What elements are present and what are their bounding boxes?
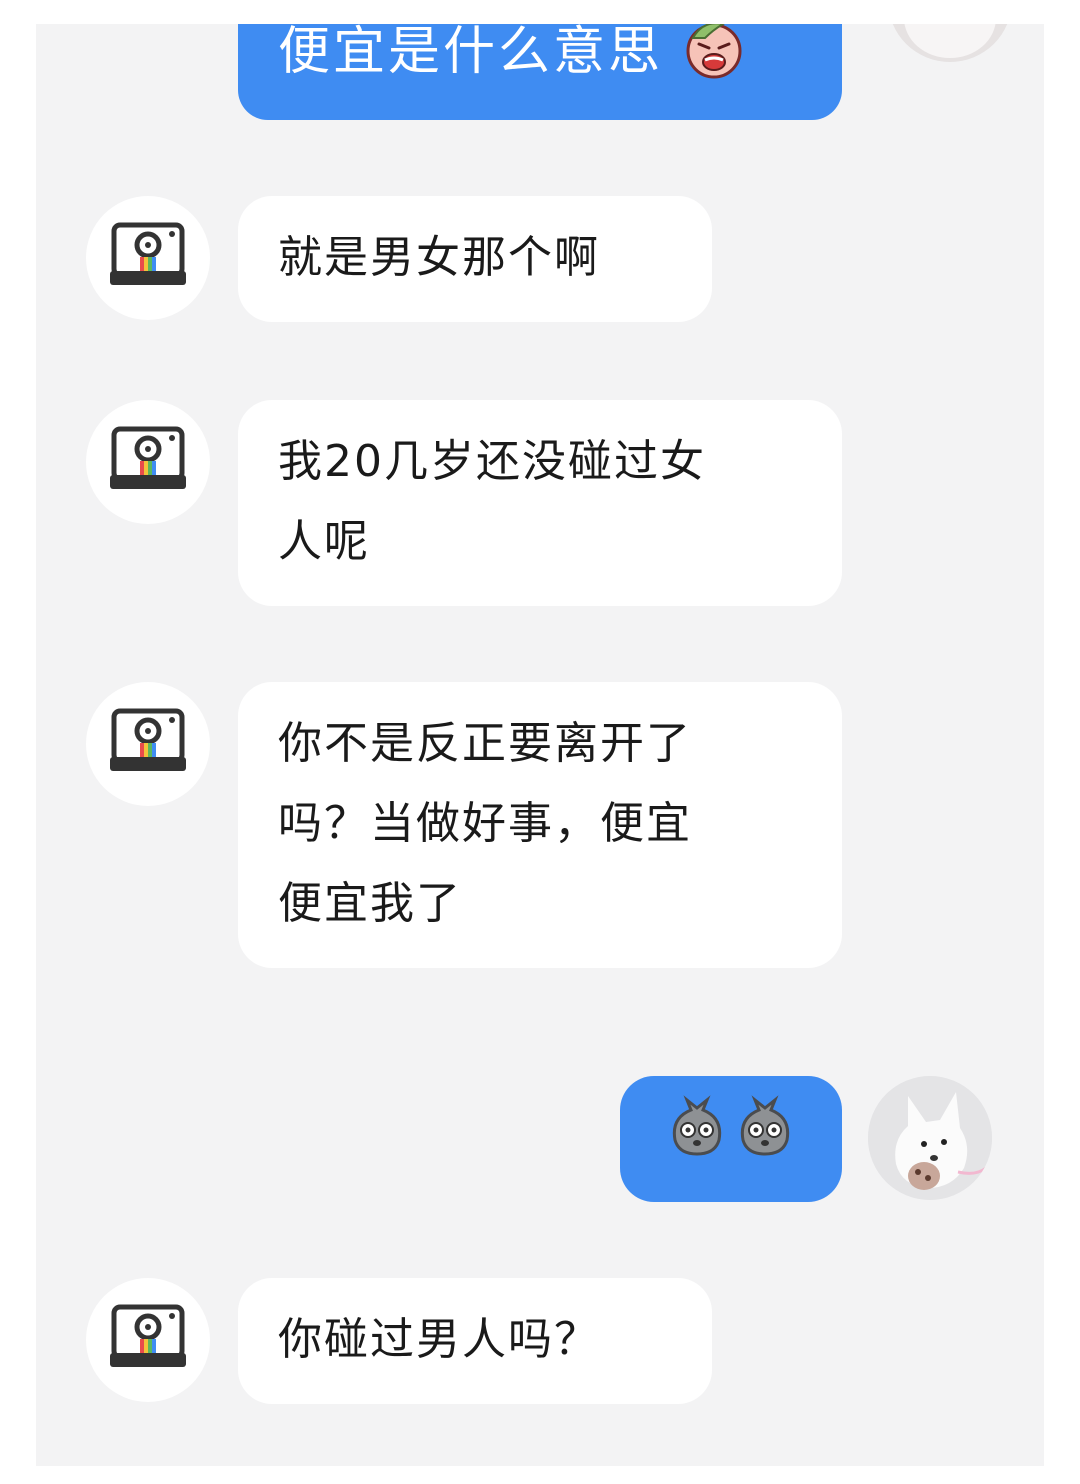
message-bubble-incoming[interactable]: 你碰过男人吗？ (238, 1278, 712, 1404)
user-avatar-top[interactable] (888, 24, 1012, 62)
message-text: 你碰过男人吗？ (278, 1314, 600, 1365)
camera-icon (108, 1303, 188, 1377)
message-line: 人呢 (278, 516, 370, 567)
chat-area[interactable]: 便宜是什么意思 就是男女那个啊 我20几岁还没碰过女 人呢 你不是反正要离开了 … (36, 24, 1044, 1466)
message-bubble-outgoing[interactable] (620, 1076, 842, 1202)
contact-avatar[interactable] (86, 682, 210, 806)
message-bubble-incoming[interactable]: 就是男女那个啊 (238, 196, 712, 322)
message-bubble-incoming[interactable]: 你不是反正要离开了 吗？当做好事，便宜 便宜我了 (238, 682, 842, 968)
message-line: 吗？当做好事，便宜 (278, 798, 692, 849)
message-bubble-outgoing[interactable]: 便宜是什么意思 (238, 24, 842, 120)
contact-avatar[interactable] (86, 1278, 210, 1402)
user-avatar[interactable] (868, 1076, 992, 1200)
message-bubble-incoming[interactable]: 我20几岁还没碰过女 人呢 (238, 400, 842, 606)
camera-icon (108, 221, 188, 295)
camera-icon (108, 425, 188, 499)
contact-avatar[interactable] (86, 400, 210, 524)
message-line: 便宜我了 (278, 878, 462, 929)
camera-icon (108, 707, 188, 781)
crying-face-emoji-icon (683, 24, 745, 88)
sack-face-sticker-icon (735, 1094, 795, 1184)
message-text: 就是男女那个啊 (278, 232, 600, 283)
message-line: 我20几岁还没碰过女 (278, 436, 706, 487)
message-line: 你不是反正要离开了 (278, 718, 692, 769)
sack-face-sticker-icon (667, 1094, 727, 1184)
contact-avatar[interactable] (86, 196, 210, 320)
message-text: 便宜是什么意思 (278, 24, 664, 82)
